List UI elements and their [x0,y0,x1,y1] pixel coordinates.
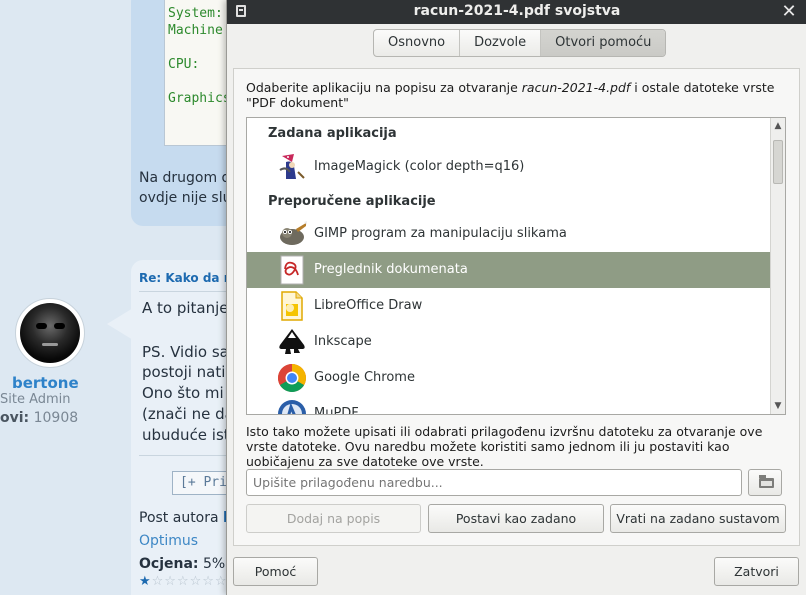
app-row-gimp[interactable]: GIMP program za manipulaciju slikama [247,216,770,252]
user-role: Site Admin [0,392,71,407]
browse-button[interactable] [748,469,782,496]
post-text: PS. Vidio sa [142,343,229,361]
code-line: System: [168,6,223,21]
app-label: LibreOffice Draw [314,298,423,313]
rating-value: 5% [202,556,226,572]
post-count-label: ovi: [0,410,30,426]
app-row-imagemagick[interactable]: ImageMagick (color depth=q16) [247,149,770,185]
post-text: postoji nativ [142,363,235,381]
google-chrome-icon [278,364,306,392]
tab-open-with[interactable]: Otvori pomoću [541,30,666,56]
avatar[interactable] [15,298,85,368]
scroll-up-arrow-icon[interactable]: ▲ [771,119,785,133]
close-button[interactable]: Zatvori [714,557,799,586]
set-default-button[interactable]: Postavi kao zadano [428,504,604,533]
mupdf-icon [278,400,306,414]
code-line: CPU: [168,57,200,72]
tab-permissions[interactable]: Dozvole [460,30,542,56]
help-button[interactable]: Pomoć [233,557,318,586]
app-label: ImageMagick (color depth=q16) [314,159,525,174]
dialog-titlebar[interactable]: racun-2021-4.pdf svojstva ✕ [227,0,806,24]
post-text: ubuduće ist [142,426,230,444]
tab-bar: Osnovno Dozvole Otvori pomoću [373,29,667,57]
app-label: Preglednik dokumenata [314,262,468,277]
username-link[interactable]: bertone [12,374,79,392]
avatar-image [20,303,80,363]
app-label: Inkscape [314,334,372,349]
app-row-document-viewer[interactable]: Preglednik dokumenata [247,252,770,288]
default-app-heading: Zadana aplikacija [268,126,397,141]
divider [139,291,239,292]
folder-icon [759,475,774,488]
post-text: Na drugom di [139,170,235,186]
rating: Ocjena: 5% [139,556,225,572]
description-filename: racun-2021-4.pdf [521,80,631,95]
post-text: (znači ne da [142,405,234,423]
scrollbar-thumb[interactable] [773,140,783,184]
code-line: Graphics [168,91,231,106]
optimus-link[interactable]: Optimus [139,533,198,549]
post-text: ovdje nije sluč [139,190,240,206]
code-line: Machine [168,23,223,38]
post-author: Post autora b [139,510,233,526]
scrollbar[interactable]: ▲ ▼ [770,118,785,414]
gimp-icon [280,221,307,245]
custom-command-hint: Isto tako možete upisati ili odabrati pr… [246,424,763,469]
post-text: Ono što mi [142,384,224,402]
app-row-libreoffice-draw[interactable]: LibreOffice Draw [247,288,770,324]
scroll-down-arrow-icon[interactable]: ▼ [771,399,785,413]
post-count-value: 10908 [33,410,79,426]
post-bubble-arrow [107,308,133,340]
app-row-inkscape[interactable]: Inkscape [247,324,770,360]
inkscape-icon [279,329,305,354]
app-label: GIMP program za manipulaciju slikama [314,226,567,241]
document-viewer-icon [280,255,304,285]
divider [139,455,239,456]
application-list[interactable]: Zadana aplikacija ImageMagick (color dep… [246,117,786,415]
properties-dialog: racun-2021-4.pdf svojstva ✕ Osnovno Dozv… [226,0,806,595]
app-label: Google Chrome [314,370,415,385]
app-row-mupdf[interactable]: MuPDF [247,396,770,415]
close-icon[interactable]: ✕ [779,1,799,23]
open-with-description: Odaberite aplikaciju na popisu za otvara… [246,80,786,110]
app-row-google-chrome[interactable]: Google Chrome [247,360,770,396]
dialog-title: racun-2021-4.pdf svojstva [413,3,621,19]
libreoffice-draw-icon [281,291,303,321]
recommended-apps-heading: Preporučene aplikacije [268,194,436,209]
post-author-label: Post autora [139,510,219,526]
rating-label: Ocjena: [139,556,199,572]
tab-basic[interactable]: Osnovno [374,30,461,56]
add-to-list-button[interactable]: Dodaj na popis [246,504,421,533]
reset-default-button[interactable]: Vrati na zadano sustavom [610,504,786,533]
custom-command-input[interactable] [246,469,742,496]
imagemagick-icon [279,154,305,179]
user-post-count: ovi: 10908 [0,410,78,426]
description-prefix: Odaberite aplikaciju na popisu za otvara… [246,80,522,95]
app-label: MuPDF [314,406,359,415]
post-text: A to pitanje [142,299,229,317]
